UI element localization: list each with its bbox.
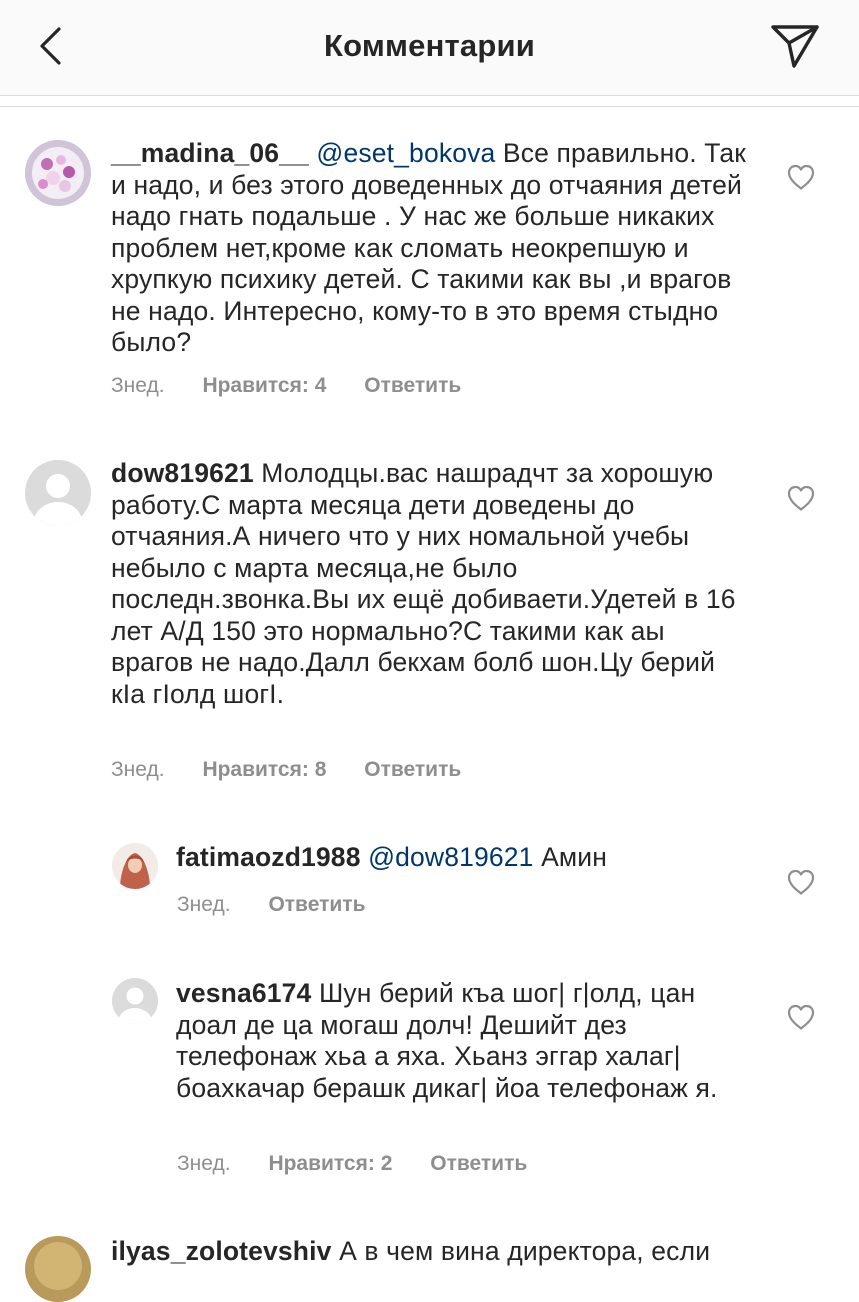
comment-body: vesna6174 Шун берий къа шог| г|олд, цан … <box>176 978 746 1104</box>
comment-meta: Знед. Нравится: 8 Ответить <box>111 758 493 782</box>
default-avatar-icon <box>112 978 158 1024</box>
comment-time: Знед. <box>111 374 165 397</box>
like-button[interactable] <box>786 484 816 512</box>
comment-text: Амин <box>541 842 607 872</box>
like-button[interactable] <box>786 1003 816 1031</box>
comment-body: dow819621 Молодцы.вас нашрадчт за хорошу… <box>111 458 751 710</box>
reply-button[interactable]: Ответить <box>364 374 461 397</box>
comment-username[interactable]: ilyas_zolotevshiv <box>111 1236 332 1266</box>
comment-text: А в чем вина директора, если <box>339 1236 711 1266</box>
comment-meta: Знед. Нравится: 2 Ответить <box>177 1152 559 1176</box>
comment-text: Молодцы.вас нашрадчт за хорошую работу.С… <box>111 458 736 709</box>
comment-time: Знед. <box>177 893 231 916</box>
like-button[interactable] <box>786 163 816 191</box>
comment-body: fatimaozd1988 @dow819621 Амин <box>176 842 756 874</box>
heart-outline-icon <box>787 485 815 511</box>
comment-meta: Знед. Нравится: 4 Ответить <box>111 374 493 398</box>
comment-likes[interactable]: Нравится: 8 <box>202 758 326 781</box>
reply-button[interactable]: Ответить <box>268 893 365 916</box>
comment-username[interactable]: fatimaozd1988 <box>176 842 361 872</box>
comment-likes[interactable]: Нравится: 2 <box>268 1152 392 1175</box>
comment-mention[interactable]: @eset_bokova <box>316 138 495 168</box>
share-button[interactable] <box>767 20 823 72</box>
comment-body: __madina_06__ @eset_bokova Все правильно… <box>111 138 751 359</box>
avatar[interactable] <box>25 1236 91 1302</box>
comment-mention[interactable]: @dow819621 <box>368 842 533 872</box>
reply-button[interactable]: Ответить <box>364 758 461 781</box>
comment-text: Все правильно. Так и надо, и без этого д… <box>111 138 747 357</box>
paper-plane-icon <box>771 25 819 68</box>
heart-outline-icon <box>787 869 815 895</box>
comment-username[interactable]: __madina_06__ <box>111 138 309 168</box>
avatar[interactable] <box>112 978 158 1024</box>
page-title: Комментарии <box>324 28 535 63</box>
comment-username[interactable]: dow819621 <box>111 458 254 488</box>
avatar[interactable] <box>112 843 158 889</box>
comment-meta: Знед. Ответить <box>177 893 397 917</box>
comment-time: Знед. <box>177 1152 231 1175</box>
comment-time: Знед. <box>111 758 165 781</box>
avatar[interactable] <box>25 460 91 526</box>
heart-outline-icon <box>787 164 815 190</box>
avatar[interactable] <box>25 140 91 206</box>
header-divider <box>0 106 859 107</box>
heart-outline-icon <box>787 1004 815 1030</box>
comment-body: ilyas_zolotevshiv А в чем вина директора… <box>111 1236 751 1268</box>
like-button[interactable] <box>786 868 816 896</box>
reply-button[interactable]: Ответить <box>430 1152 527 1175</box>
default-avatar-icon <box>25 460 91 526</box>
comment-likes[interactable]: Нравится: 4 <box>202 374 326 397</box>
top-nav-bar: Комментарии <box>0 0 859 96</box>
comment-username[interactable]: vesna6174 <box>176 978 311 1008</box>
